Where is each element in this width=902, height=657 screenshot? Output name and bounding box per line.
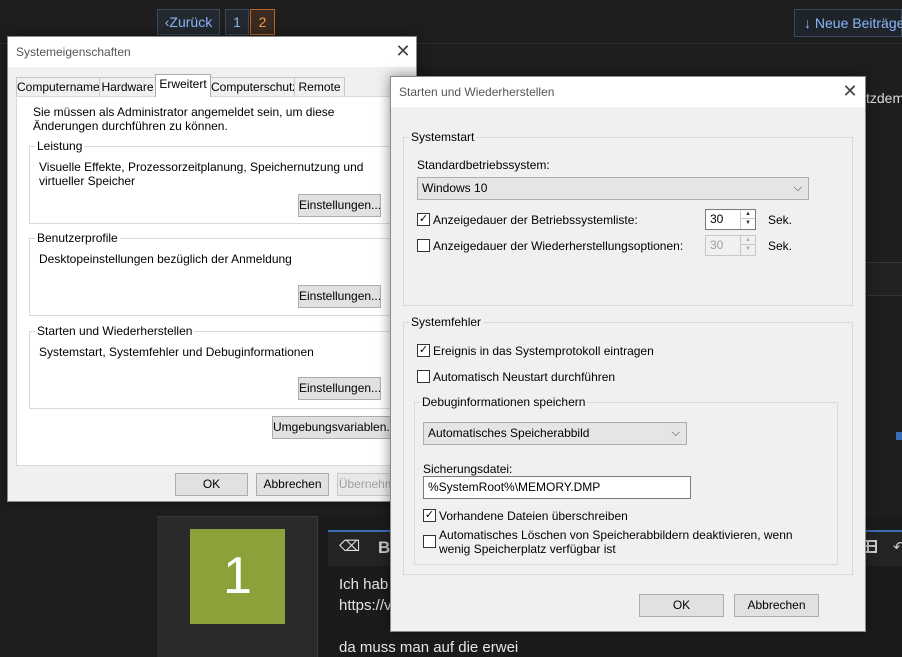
startup-recovery-window: Starten und Wiederherstellen ✕ Systemsta…: [390, 76, 866, 632]
post-text-line: https://v: [339, 597, 392, 614]
post-text-line: da muss man auf die erwei: [339, 639, 519, 656]
group-description: Visuelle Effekte, Prozessorzeitplanung, …: [39, 160, 364, 188]
spin-down-icon[interactable]: ▼: [741, 219, 755, 228]
group-starten-wiederherstellen: Starten und Wiederherstellen Systemstart…: [29, 324, 405, 409]
show-list-checkbox[interactable]: ✓: [417, 213, 430, 226]
show-recovery-label: Anzeigedauer der Wiederherstellungsoptio…: [433, 239, 684, 253]
performance-settings-button[interactable]: Einstellungen...: [298, 194, 381, 217]
tab-computerschutz[interactable]: Computerschutz: [210, 77, 298, 97]
tab-remote[interactable]: Remote: [294, 77, 345, 97]
startup-recovery-settings-button[interactable]: Einstellungen...: [298, 377, 381, 400]
auto-restart-checkbox[interactable]: [417, 370, 430, 383]
show-recovery-seconds-spinner[interactable]: 30 ▲ ▼: [705, 235, 756, 256]
debug-type-dropdown[interactable]: Automatisches Speicherabbild ⌵: [423, 422, 687, 445]
disable-autodelete-checkbox[interactable]: [423, 535, 436, 548]
group-debug-info: Debuginformationen speichern Automatisch…: [414, 395, 838, 565]
eraser-icon[interactable]: ⌫: [339, 539, 360, 554]
show-list-seconds-spinner[interactable]: 30 ▲ ▼: [705, 209, 756, 230]
tab-panel-erweitert: Sie müssen als Administrator angemeldet …: [16, 96, 410, 466]
window-title: Starten und Wiederherstellen: [391, 77, 865, 107]
background-icon: [896, 432, 902, 440]
ok-button[interactable]: OK: [175, 473, 248, 496]
window-title: Systemeigenschaften: [8, 37, 416, 67]
spinner-buttons: ▲ ▼: [740, 236, 755, 255]
show-recovery-checkbox[interactable]: [417, 239, 430, 252]
close-icon[interactable]: ✕: [835, 77, 865, 107]
debug-type-value: Automatisches Speicherabbild: [428, 426, 590, 440]
environment-variables-button[interactable]: Umgebungsvariablen...: [272, 416, 396, 439]
new-posts-button[interactable]: ↓ Neue Beiträge: [794, 9, 902, 37]
undo-icon[interactable]: ↶: [893, 538, 902, 556]
default-os-label: Standardbetriebssystem:: [417, 158, 550, 172]
ok-button[interactable]: OK: [639, 594, 724, 617]
spin-down-icon[interactable]: ▼: [741, 245, 755, 254]
overwrite-label: Vorhandene Dateien überschreiben: [439, 509, 628, 523]
group-systemfehler: Systemfehler ✓ Ereignis in das Systempro…: [403, 315, 853, 575]
spin-up-icon[interactable]: ▲: [741, 210, 755, 219]
spin-up-icon[interactable]: ▲: [741, 236, 755, 245]
user-profiles-settings-button[interactable]: Einstellungen...: [298, 285, 381, 308]
log-event-checkbox[interactable]: ✓: [417, 344, 430, 357]
group-leistung: Leistung Visuelle Effekte, Prozessorzeit…: [29, 139, 405, 224]
group-title: Starten und Wiederherstellen: [35, 324, 195, 338]
disable-autodelete-label: Automatisches Löschen von Speicherabbild…: [439, 528, 793, 556]
spinner-buttons: ▲ ▼: [740, 210, 755, 229]
spinner-value: 30: [710, 212, 724, 226]
spinner-value: 30: [710, 238, 724, 252]
tab-hardware[interactable]: Hardware: [99, 77, 156, 97]
page-1-button[interactable]: 1: [225, 9, 249, 35]
page-2-button[interactable]: 2: [250, 9, 275, 35]
auto-restart-label: Automatisch Neustart durchführen: [433, 370, 616, 384]
dump-file-label: Sicherungsdatei:: [423, 462, 513, 476]
group-title: Benutzerprofile: [35, 231, 120, 245]
close-icon[interactable]: ✕: [388, 37, 418, 67]
default-os-value: Windows 10: [422, 181, 488, 195]
overwrite-checkbox[interactable]: ✓: [423, 509, 436, 522]
group-title: Debuginformationen speichern: [420, 395, 588, 409]
group-description: Desktopeinstellungen bezüglich der Anmel…: [39, 252, 292, 266]
group-benutzerprofile: Benutzerprofile Desktopeinstellungen bez…: [29, 231, 405, 316]
default-os-dropdown[interactable]: Windows 10 ⌵: [417, 177, 809, 200]
unit-label: Sek.: [768, 213, 793, 227]
group-title: Systemstart: [409, 130, 477, 144]
tab-erweitert[interactable]: Erweitert: [155, 74, 211, 97]
log-event-label: Ereignis in das Systemprotokoll eintrage…: [433, 344, 654, 358]
group-systemstart: Systemstart Standardbetriebssystem: Wind…: [403, 130, 853, 306]
avatar[interactable]: 1: [190, 529, 285, 624]
chevron-down-icon: ⌵: [793, 182, 802, 194]
cancel-button[interactable]: Abbrechen: [734, 594, 819, 617]
chevron-down-icon: ⌵: [671, 427, 680, 439]
tab-computername[interactable]: Computername: [16, 77, 100, 97]
admin-note: Sie müssen als Administrator angemeldet …: [33, 105, 335, 133]
group-description: Systemstart, Systemfehler und Debuginfor…: [39, 345, 314, 359]
group-title: Leistung: [35, 139, 85, 153]
post-text-line: Ich hab: [339, 576, 389, 593]
prev-page-button[interactable]: ‹Zurück: [157, 9, 220, 35]
bold-icon[interactable]: B: [378, 538, 390, 558]
background-panel: [866, 262, 902, 296]
dump-file-input[interactable]: %SystemRoot%\MEMORY.DMP: [423, 476, 691, 499]
group-title: Systemfehler: [409, 315, 484, 329]
background-text: tzdem: [866, 90, 902, 106]
system-properties-window: Systemeigenschaften ✕ Computername Hardw…: [7, 36, 417, 502]
cancel-button[interactable]: Abbrechen: [256, 473, 329, 496]
show-list-label: Anzeigedauer der Betriebssystemliste:: [433, 213, 638, 227]
unit-label: Sek.: [768, 239, 793, 253]
